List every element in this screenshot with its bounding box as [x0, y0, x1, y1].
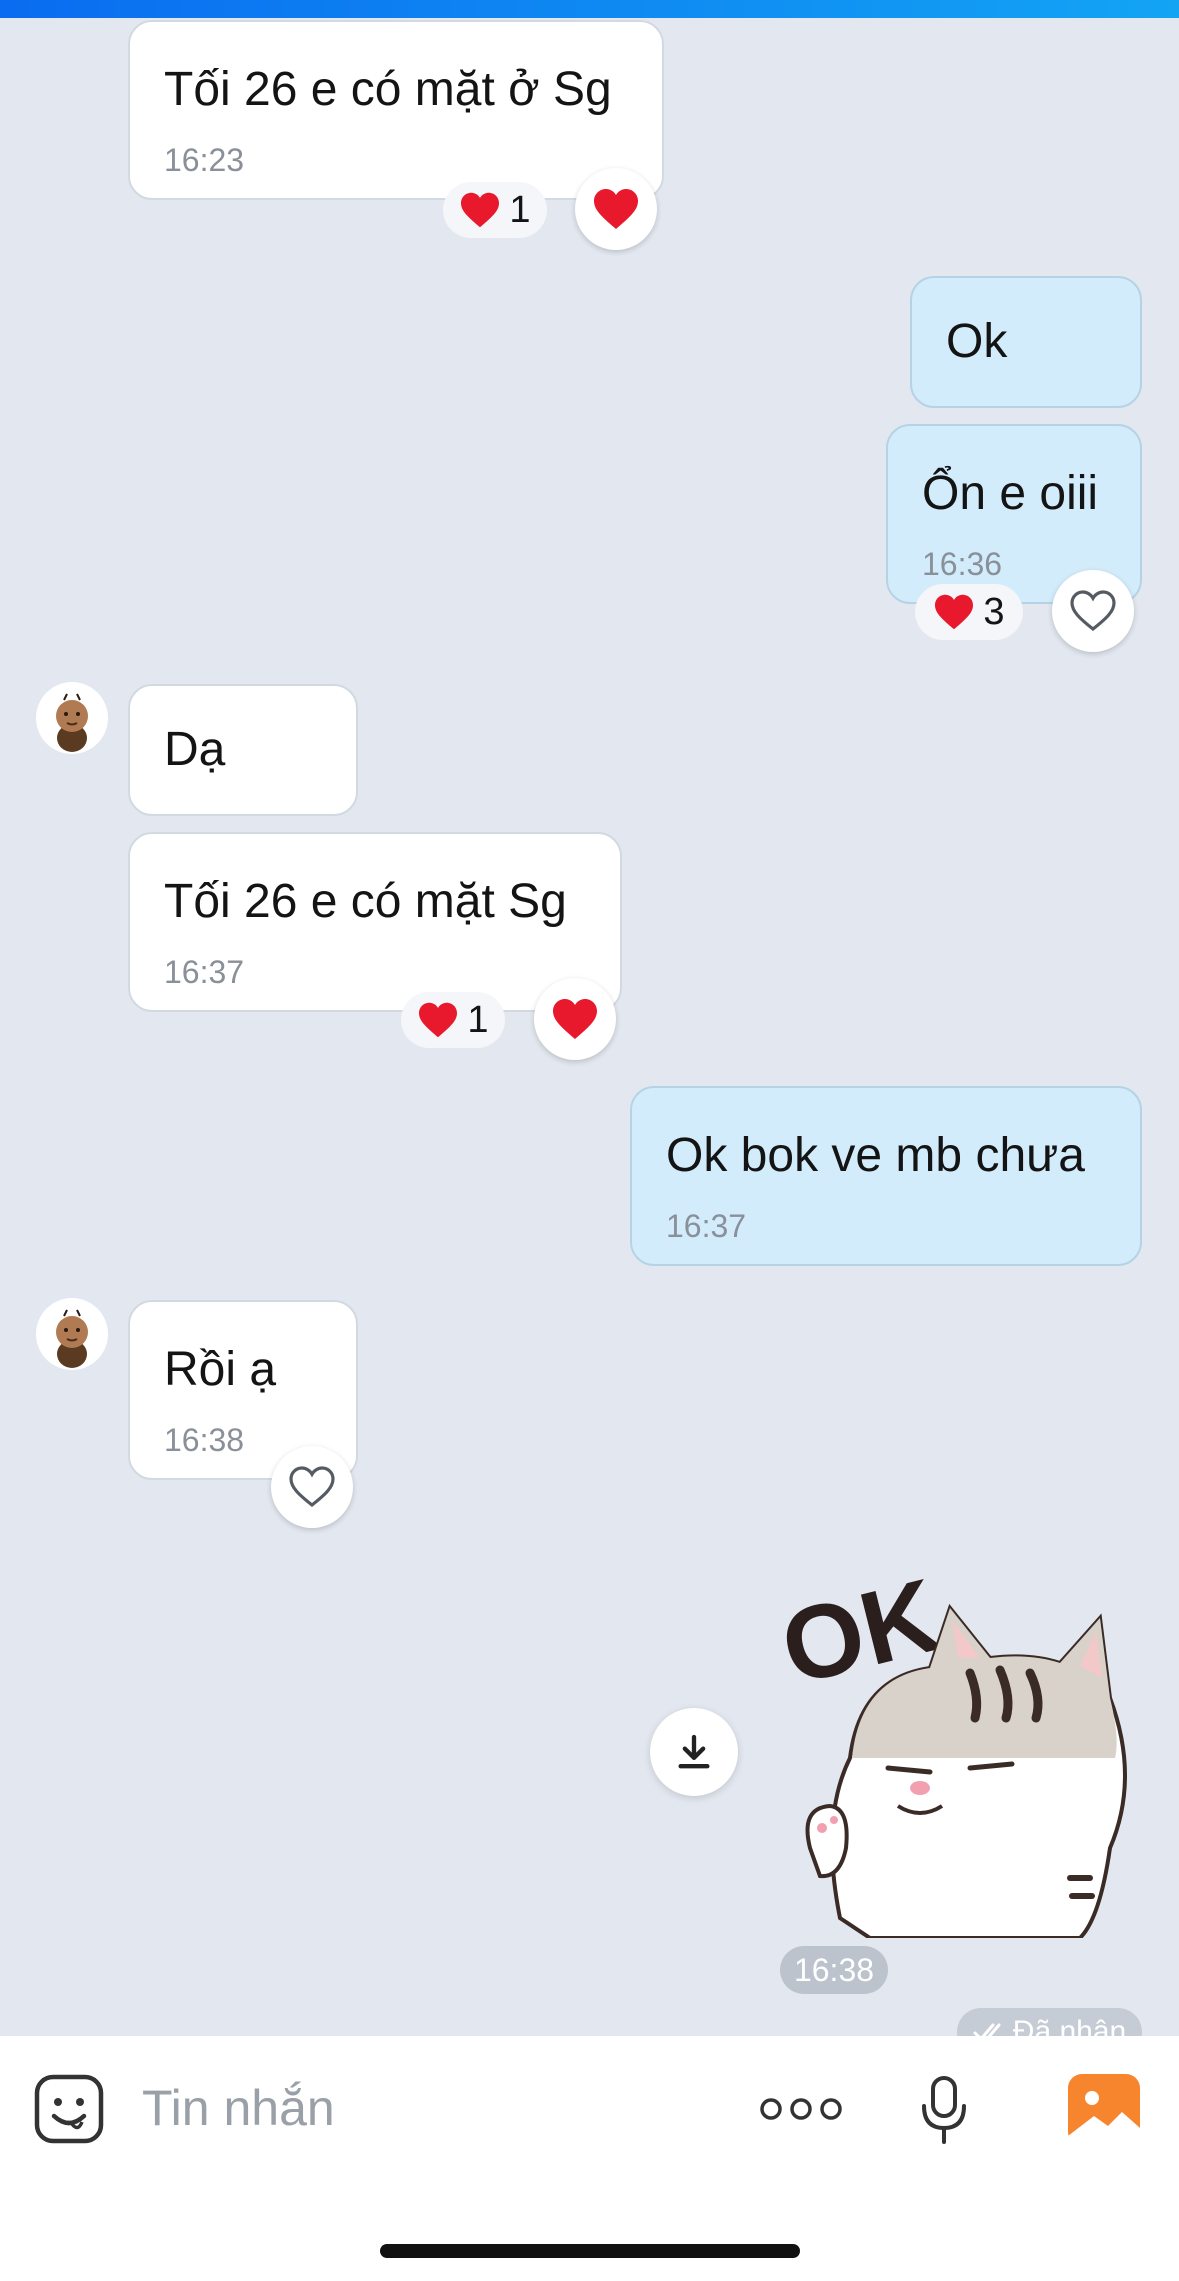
reaction-summary[interactable]: 1	[401, 992, 505, 1048]
avatar-image	[56, 1309, 88, 1368]
message-text: Tối 26 e có mặt ở Sg	[164, 63, 612, 116]
top-accent-bar	[0, 0, 1179, 18]
message-bubble-incoming[interactable]: Tối 26 e có mặt ở Sg 16:23	[128, 20, 664, 200]
image-gallery-icon	[1068, 2074, 1140, 2146]
emoji-sticker-button[interactable]	[32, 2072, 106, 2146]
message-text: Tối 26 e có mặt Sg	[164, 875, 567, 928]
heart-outline-icon	[289, 1466, 335, 1508]
message-bubble-incoming[interactable]: Dạ	[128, 684, 358, 816]
message-bubble-outgoing[interactable]: Ok	[910, 276, 1142, 408]
avatar[interactable]	[36, 682, 108, 754]
heart-icon	[935, 594, 974, 630]
more-dots-icon	[760, 2098, 842, 2120]
message-text: Ok bok ve mb chưa	[666, 1129, 1085, 1182]
reaction-summary[interactable]: 3	[915, 584, 1023, 640]
message-bubble-outgoing[interactable]: Ok bok ve mb chưa 16:37	[630, 1086, 1142, 1266]
heart-icon	[553, 999, 597, 1039]
message-bubble-incoming[interactable]: Tối 26 e có mặt Sg 16:37	[128, 832, 622, 1012]
react-button[interactable]	[575, 168, 657, 250]
like-button[interactable]	[271, 1446, 353, 1528]
heart-outline-icon	[1070, 590, 1116, 632]
message-time: 16:23	[164, 142, 245, 178]
avatar[interactable]	[36, 1298, 108, 1370]
react-button[interactable]	[534, 978, 616, 1060]
download-icon	[678, 1734, 710, 1769]
voice-button[interactable]	[912, 2072, 976, 2148]
more-button[interactable]	[756, 2086, 846, 2132]
heart-icon	[419, 1002, 458, 1038]
gallery-button[interactable]	[1066, 2072, 1142, 2148]
avatar-image	[56, 693, 88, 752]
reaction-summary[interactable]: 1	[443, 182, 547, 238]
sticker-ok-cat[interactable]: OK	[771, 1557, 1130, 1940]
reaction-count: 1	[509, 189, 531, 231]
like-button[interactable]	[1052, 570, 1134, 652]
message-list[interactable]: Tối 26 e có mặt ở Sg 16:23 1 Ok Ổn e oii…	[0, 18, 1179, 2056]
sticker-face-icon	[34, 2074, 104, 2144]
heart-icon	[594, 189, 638, 229]
message-input[interactable]	[142, 2078, 702, 2138]
sticker-image: OK	[771, 1557, 1127, 1940]
message-time: 16:37	[164, 954, 245, 990]
message-text: Dạ	[164, 723, 226, 776]
message-text: Rồi ạ	[164, 1343, 277, 1396]
message-text: Ok	[946, 315, 1008, 368]
heart-icon	[461, 192, 500, 228]
message-time: 16:37	[666, 1208, 747, 1244]
message-text: Ổn e oiii	[922, 467, 1099, 520]
message-time: 16:38	[164, 1422, 245, 1458]
download-button[interactable]	[650, 1708, 738, 1796]
home-indicator	[380, 2244, 800, 2258]
sticker-time: 16:38	[780, 1946, 888, 1994]
reaction-count: 3	[983, 591, 1005, 633]
reaction-count: 1	[467, 999, 489, 1041]
message-time: 16:36	[922, 546, 1003, 582]
message-input-bar	[0, 2036, 1179, 2281]
microphone-icon	[922, 2076, 966, 2144]
